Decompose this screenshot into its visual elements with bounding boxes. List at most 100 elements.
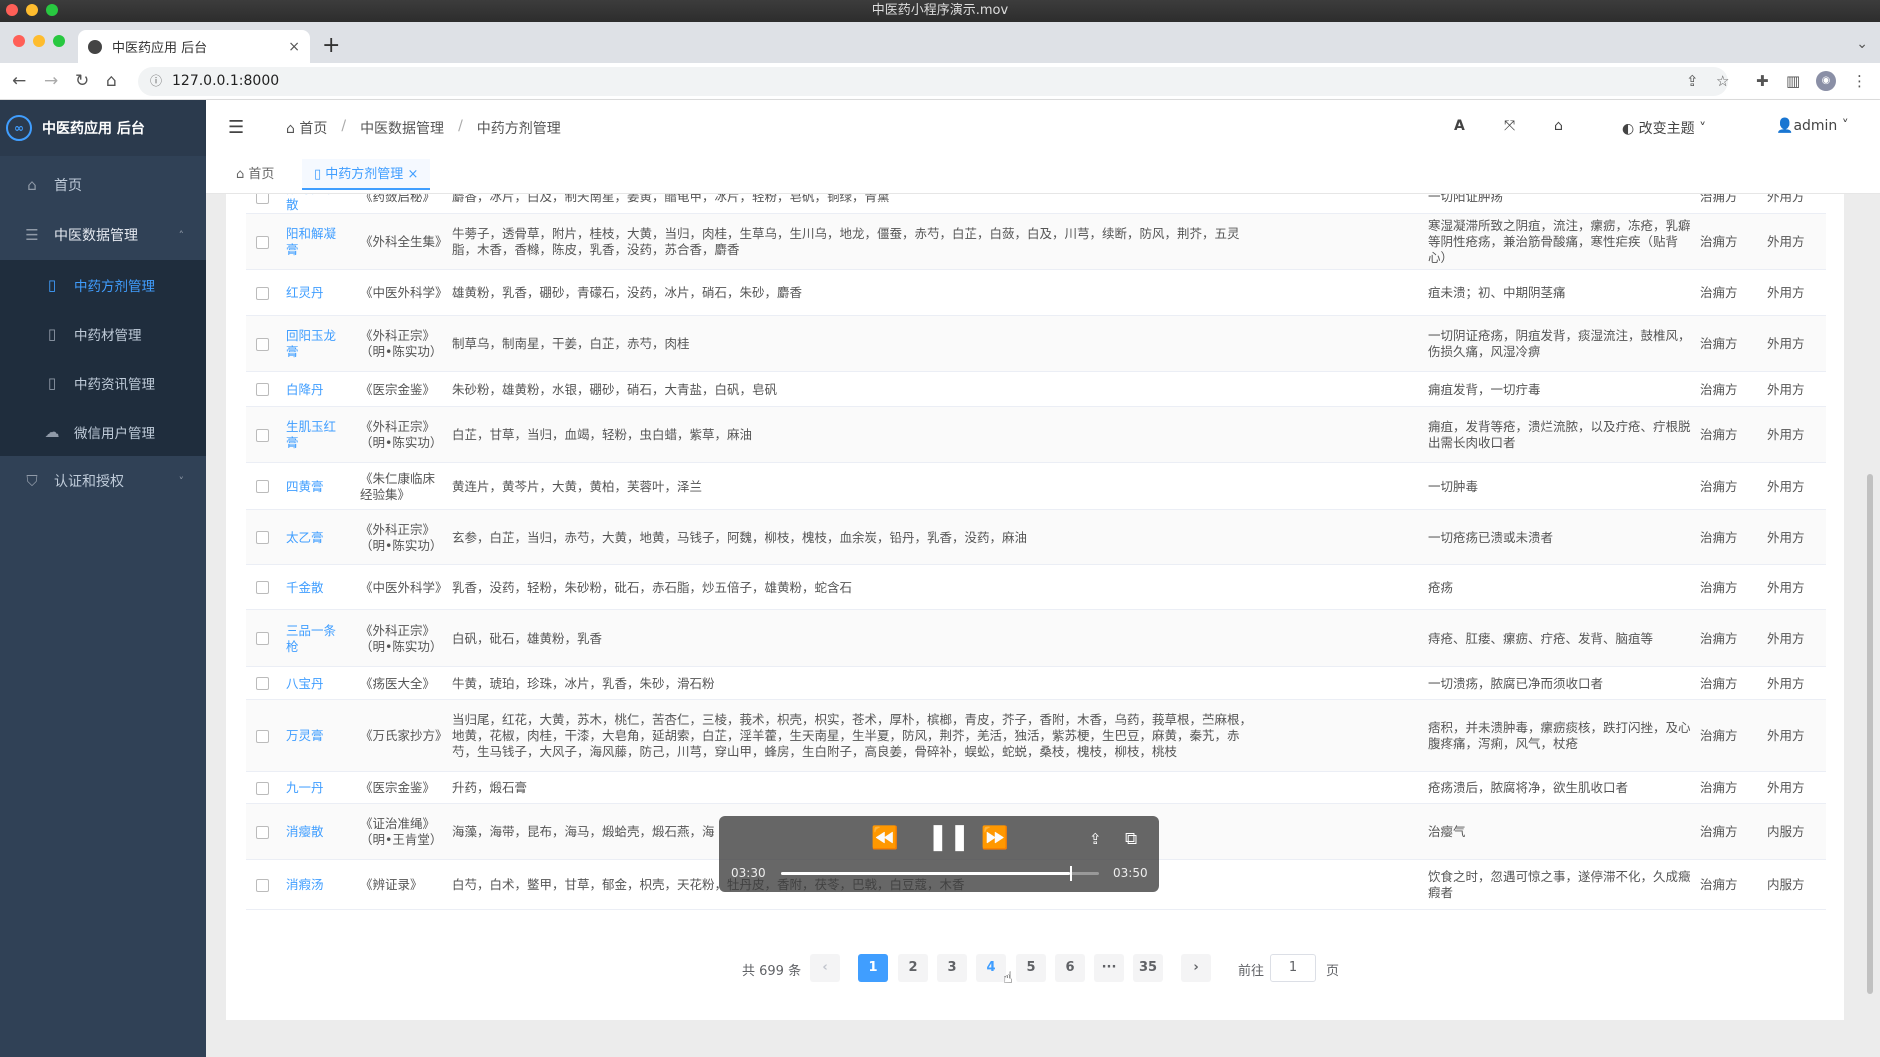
table-row[interactable]: 白降丹 《医宗金鉴》 朱砂粉，雄黄粉，水银，硼砂，硝石，大青盐，白矾，皂矾 痈疽发背，… — [246, 372, 1826, 407]
row-checkbox[interactable] — [256, 214, 272, 270]
checkbox[interactable] — [256, 286, 269, 300]
new-tab-button[interactable]: + — [322, 35, 340, 57]
table-row[interactable]: 万灵膏 《万氏家抄方》 当归尾，红花，大黄，苏木，桃仁，苦杏仁，三棱，莪术，枳壳，枳… — [246, 700, 1826, 772]
checkbox[interactable] — [256, 531, 269, 544]
checkbox[interactable] — [256, 337, 269, 351]
close-tab-icon[interactable]: × — [288, 39, 300, 55]
checkbox[interactable] — [256, 781, 269, 795]
scrollbar-thumb[interactable] — [1867, 474, 1873, 994]
page-button[interactable]: 4 — [976, 954, 1006, 982]
checkbox[interactable] — [256, 235, 269, 249]
close-dot-icon[interactable] — [13, 35, 25, 47]
video-playhead[interactable] — [1070, 866, 1073, 881]
page-button[interactable]: 5 — [1016, 954, 1046, 982]
formula-name-link[interactable]: 千金散 — [286, 565, 348, 610]
browser-menu-icon[interactable]: ⋮ — [1852, 72, 1867, 90]
breadcrumb-home[interactable]: ⌂ 首页 — [286, 118, 327, 138]
row-checkbox[interactable] — [256, 316, 272, 372]
bookmark-star-icon[interactable]: ☆ — [1716, 72, 1729, 90]
sidebar-group-auth[interactable]: ⛉ 认证和授权 ˅ — [0, 456, 206, 506]
close-tag-icon[interactable]: × — [407, 167, 418, 182]
table-row[interactable]: 三品一条枪 《外科正宗》（明•陈实功） 白矾，砒石，雄黄粉，乳香 痔疮、肛瘘、瘰疬、疔… — [246, 610, 1826, 667]
share-icon[interactable]: ⇪ — [1686, 72, 1699, 90]
formula-name-link[interactable]: 白降丹 — [286, 372, 348, 407]
formula-name-link[interactable]: 三品一条枪 — [286, 610, 348, 667]
row-checkbox[interactable] — [256, 804, 272, 860]
formula-name-link[interactable]: 消瘿散 — [286, 804, 348, 860]
page-button[interactable]: 35 — [1133, 954, 1163, 982]
row-checkbox[interactable] — [256, 772, 272, 804]
user-menu[interactable]: 👤admin ˅ — [1776, 118, 1849, 134]
sidebar-item-home[interactable]: ⌂ 首页 — [0, 160, 206, 210]
table-row[interactable]: 阳毒内消散 《药蔹启秘》 麝香，冰片，白及，制天南星，姜黄，醋龟甲，冰片，轻粉，皂矾… — [246, 194, 1826, 214]
pause-icon[interactable]: ❚❚ — [927, 822, 971, 852]
sidebar-item-formula[interactable]: ▯ 中药方剂管理 — [0, 260, 206, 309]
table-row[interactable]: 红灵丹 《中医外科学》 雄黄粉，乳香，硼砂，青礞石，没药，冰片，硝石，朱砂，麝香 疽未… — [246, 270, 1826, 316]
breadcrumb-data[interactable]: 中医数据管理 — [360, 118, 444, 138]
checkbox[interactable] — [256, 878, 269, 892]
tag-formula[interactable]: ▯ 中药方剂管理 × — [302, 159, 431, 190]
goto-page-input[interactable]: 1 — [1270, 954, 1316, 982]
row-checkbox[interactable] — [256, 372, 272, 407]
row-checkbox[interactable] — [256, 565, 272, 610]
row-checkbox[interactable] — [256, 407, 272, 463]
home-icon[interactable]: ⌂ — [1554, 118, 1563, 134]
row-checkbox[interactable] — [256, 700, 272, 772]
next-page-button[interactable]: › — [1181, 954, 1211, 982]
checkbox[interactable] — [256, 825, 269, 839]
more-pages-button[interactable]: ··· — [1094, 954, 1124, 982]
window-controls[interactable] — [6, 4, 58, 16]
url-field[interactable]: ⓘ 127.0.0.1:8000 — [138, 67, 1728, 96]
picture-in-picture-icon[interactable]: ⧉ — [1125, 829, 1137, 849]
share-icon[interactable]: ⇪ — [1089, 830, 1102, 848]
browser-tab[interactable]: 中医药应用 后台 × — [78, 30, 310, 63]
app-logo[interactable]: ∞ 中医药应用 后台 — [0, 100, 206, 156]
formula-name-link[interactable]: 万灵膏 — [286, 700, 348, 772]
table-row[interactable]: 四黄膏 《朱仁康临床经验集》 黄连片，黄芩片，大黄，黄柏，芙蓉叶，泽兰 一切肿毒 治痈方… — [246, 463, 1826, 510]
page-button[interactable]: 3 — [937, 954, 967, 982]
table-row[interactable]: 阳和解凝膏 《外科全生集》 牛蒡子，透骨草，附片，桂枝，大黄，当归，肉桂，生草乌，生… — [246, 214, 1826, 270]
row-checkbox[interactable] — [256, 270, 272, 316]
checkbox[interactable] — [256, 194, 269, 204]
row-checkbox[interactable] — [256, 194, 272, 214]
checkbox[interactable] — [256, 581, 269, 594]
checkbox[interactable] — [256, 480, 269, 493]
content-scrollbar[interactable] — [1866, 194, 1874, 1020]
sidebar-group-data[interactable]: ☰ 中医数据管理 ˄ — [0, 210, 206, 260]
formula-name-link[interactable]: 四黄膏 — [286, 463, 348, 510]
checkbox[interactable] — [256, 677, 269, 690]
reload-icon[interactable]: ↻ — [75, 71, 89, 91]
checkbox[interactable] — [256, 383, 269, 396]
prev-page-button[interactable]: ‹ — [810, 954, 840, 982]
table-row[interactable]: 千金散 《中医外科学》 乳香，没药，轻粉，朱砂粉，砒石，赤石脂，炒五倍子，雄黄粉，蛇… — [246, 565, 1826, 610]
font-size-icon[interactable]: A — [1454, 118, 1465, 134]
home-icon[interactable]: ⌂ — [106, 71, 117, 91]
table-row[interactable]: 八宝丹 《疡医大全》 牛黄，琥珀，珍珠，冰片，乳香，朱砂，滑石粉 一切溃疡，脓腐已净而… — [246, 667, 1826, 700]
back-icon[interactable]: ← — [12, 71, 26, 91]
formula-name-link[interactable]: 八宝丹 — [286, 667, 348, 700]
side-panel-icon[interactable]: ▥ — [1786, 72, 1800, 90]
rewind-icon[interactable]: ⏪ — [871, 826, 898, 851]
forward-icon[interactable]: → — [44, 71, 58, 91]
page-button[interactable]: 1 — [858, 954, 888, 982]
maximize-dot-icon[interactable] — [53, 35, 65, 47]
hamburger-icon[interactable]: ☰ — [228, 117, 244, 138]
table-row[interactable]: 九一丹 《医宗金鉴》 升药，煅石膏 疮疡溃后，脓腐将净，欲生肌收口者 治痈方 外用方 — [246, 772, 1826, 804]
sidebar-item-wechat-users[interactable]: ☁ 微信用户管理 — [0, 407, 206, 456]
checkbox[interactable] — [256, 632, 269, 645]
video-scrubber[interactable] — [781, 866, 1099, 881]
tag-home[interactable]: ⌂ 首页 — [224, 159, 286, 190]
zoom-window-icon[interactable] — [46, 4, 58, 16]
page-button[interactable]: 2 — [898, 954, 928, 982]
close-window-icon[interactable] — [6, 4, 18, 16]
formula-name-link[interactable]: 太乙膏 — [286, 510, 348, 565]
table-row[interactable]: 太乙膏 《外科正宗》（明•陈实功） 玄参，白芷，当归，赤芍，大黄，地黄，马钱子，阿魏… — [246, 510, 1826, 565]
minimize-dot-icon[interactable] — [33, 35, 45, 47]
extensions-icon[interactable]: ✚ — [1756, 72, 1769, 90]
theme-switcher[interactable]: ◐ 改变主题 ˅ — [1622, 118, 1706, 138]
checkbox[interactable] — [256, 729, 269, 743]
formula-name-link[interactable]: 生肌玉红膏 — [286, 407, 348, 463]
formula-name-link[interactable]: 九一丹 — [286, 772, 348, 804]
formula-name-link[interactable]: 阳毒内消散 — [286, 194, 348, 214]
sidebar-item-news[interactable]: ▯ 中药资讯管理 — [0, 358, 206, 407]
